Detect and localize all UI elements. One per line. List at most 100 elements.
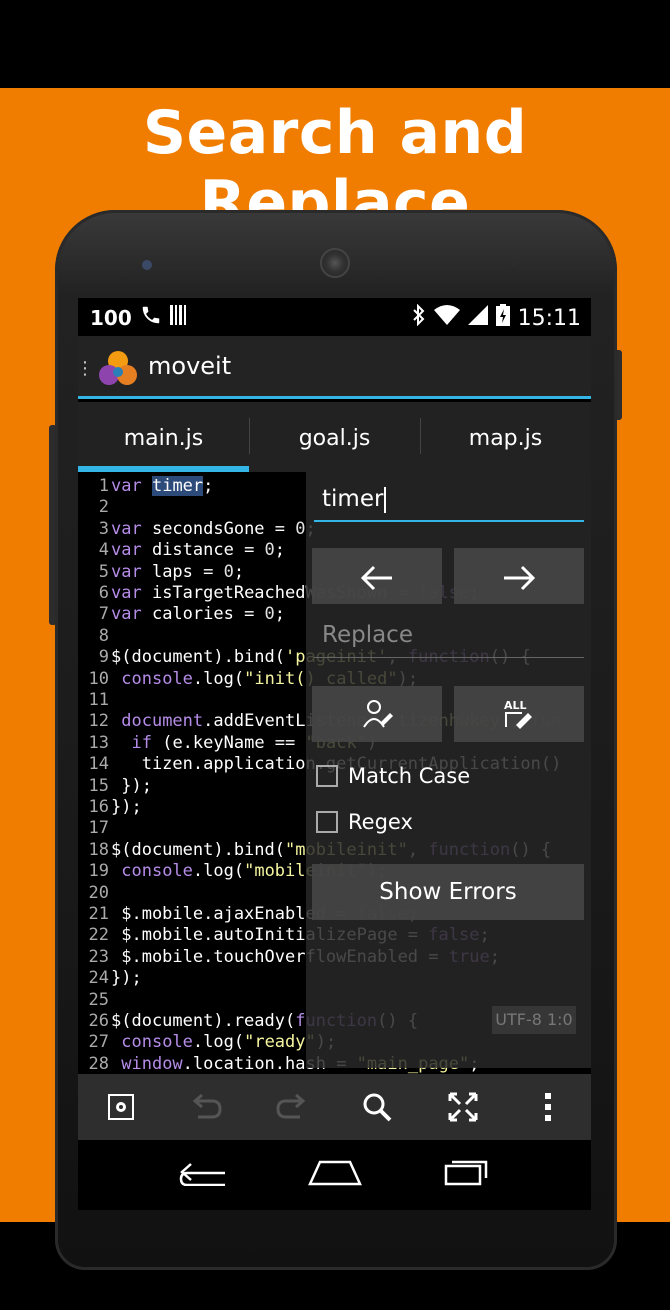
replace-button[interactable] [312,686,442,742]
line-number: 12 [88,711,109,732]
line-number: 5 [98,561,109,582]
system-nav-bar [78,1140,591,1210]
line-number: 23 [88,946,109,967]
code-line[interactable]: 3var secondsGone = 0; [78,519,316,540]
app-logo-icon[interactable] [98,350,138,386]
code-text: var timer; [111,476,214,496]
search-replace-panel: timer Replace ALL Match Case Regex Show … [306,472,591,1068]
settings-icon[interactable] [101,1087,141,1127]
proximity-sensor [510,258,518,266]
code-line[interactable]: 15 }); [78,776,152,797]
line-number: 13 [88,732,109,753]
line-number: 21 [88,904,109,924]
code-line[interactable]: 8 [78,626,111,647]
regex-checkbox[interactable] [316,811,338,833]
phone-call-icon [140,304,162,331]
drawer-indicator-icon[interactable]: ⋮ [78,358,94,379]
line-number: 3 [98,518,109,539]
file-tabs: main.js goal.js map.js [78,402,591,472]
line-number: 28 [88,1053,109,1074]
code-line[interactable]: 5 var laps = 0; [78,562,244,583]
replace-all-icon: ALL [502,699,536,735]
redo-icon[interactable] [272,1087,312,1127]
line-number: 22 [88,925,109,946]
regex-label: Regex [348,810,413,834]
app-title: moveit [148,352,232,380]
search-field[interactable]: timer [314,484,584,522]
show-errors-button[interactable]: Show Errors [312,864,584,920]
barcode-icon [169,305,188,330]
code-line[interactable]: 11 [78,690,111,711]
code-text: }); [111,968,142,989]
code-line[interactable]: 16}); [78,797,142,818]
editor-toolbar [78,1074,591,1140]
code-line[interactable]: 20 [78,883,111,904]
tab-goal-js[interactable]: goal.js [249,402,420,472]
line-number: 2 [98,497,109,518]
tab-map-js[interactable]: map.js [420,402,591,472]
line-number: 17 [88,818,109,839]
tab-main-js[interactable]: main.js [78,402,249,472]
back-icon[interactable] [179,1156,227,1194]
fullscreen-icon[interactable] [443,1087,483,1127]
line-number: 27 [88,1032,109,1053]
undo-icon[interactable] [186,1087,226,1127]
line-number: 9 [98,647,109,668]
code-line[interactable]: 7 var calories = 0; [78,604,285,625]
battery-level-text: 100 [90,305,132,330]
find-next-button[interactable] [454,548,584,604]
bluetooth-icon [412,303,426,332]
find-previous-button[interactable] [312,548,442,604]
code-text: }); [111,797,142,817]
code-line[interactable]: 25 [78,990,111,1011]
clock-text: 15:11 [517,305,581,331]
line-number: 19 [88,861,109,882]
line-number: 14 [88,754,109,775]
code-text: var distance = 0; [111,540,286,561]
code-line[interactable]: 27 console.log("ready"); [78,1032,337,1053]
line-number: 26 [88,1011,109,1031]
overflow-menu-icon[interactable] [528,1087,568,1127]
code-line[interactable]: 2 [78,497,111,518]
code-line[interactable]: 24}); [78,968,142,989]
line-number: 15 [88,775,109,796]
code-text: console.log("ready"); [121,1032,336,1053]
earpiece-speaker [320,248,350,278]
line-number: 18 [88,839,109,860]
home-icon[interactable] [308,1156,363,1194]
recents-icon[interactable] [444,1156,490,1194]
match-case-option[interactable]: Match Case [316,764,470,788]
code-line[interactable]: 17 [78,818,111,839]
signal-icon [467,305,488,331]
front-camera [142,260,152,270]
search-icon[interactable] [357,1087,397,1127]
regex-option[interactable]: Regex [316,810,413,834]
action-bar: ⋮ moveit [78,336,591,399]
replace-icon [360,700,394,735]
line-number: 4 [98,540,109,561]
encoding-position-label: UTF-8 1:0 [492,1006,576,1034]
battery-icon [495,304,510,332]
code-line[interactable]: 4 var distance = 0; [78,540,285,561]
code-text: var secondsGone = 0; [111,518,316,539]
line-number: 10 [88,668,109,689]
line-number: 24 [88,968,109,989]
svg-text:ALL: ALL [504,699,527,712]
arrow-left-icon [360,557,394,595]
line-number: 7 [98,604,109,625]
line-number: 1 [98,476,109,496]
phone-screen: 100 15:11 ⋮ moveit main.js goal.js map.j… [78,298,591,1210]
match-case-checkbox[interactable] [316,765,338,787]
line-number: 25 [88,989,109,1010]
replace-all-button[interactable]: ALL [454,686,584,742]
replace-input[interactable]: Replace [314,622,584,658]
line-number: 11 [88,690,109,710]
match-case-label: Match Case [348,764,471,788]
line-number: 16 [88,797,109,817]
search-input[interactable]: timer [322,486,572,513]
top-letterbox [0,0,670,88]
line-number: 6 [98,583,109,603]
code-line[interactable]: 1 var timer; [78,476,213,497]
status-bar: 100 15:11 [78,298,591,336]
wifi-icon [433,305,460,331]
